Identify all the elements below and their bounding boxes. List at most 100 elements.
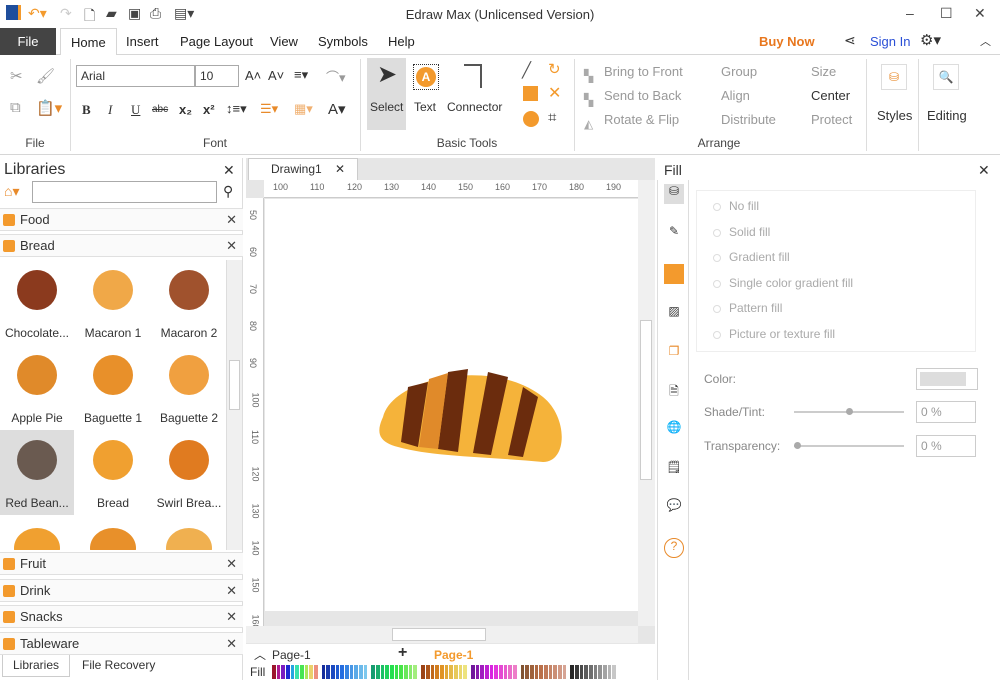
curve-icon[interactable]: ⌒▾ xyxy=(326,67,346,86)
library-category[interactable]: Snacks ✕ xyxy=(0,605,243,628)
color-swatch[interactable] xyxy=(272,665,276,679)
color-swatch[interactable] xyxy=(489,665,494,679)
color-swatch[interactable] xyxy=(439,665,444,679)
layers-icon[interactable]: ❐ xyxy=(664,344,684,364)
font-size-select[interactable]: 10 xyxy=(195,65,239,87)
color-swatch[interactable] xyxy=(309,665,314,679)
page-select[interactable]: Page-1 xyxy=(272,648,311,662)
color-swatch[interactable] xyxy=(281,665,286,679)
color-swatch[interactable] xyxy=(435,665,439,679)
library-item[interactable]: Baguette 1 xyxy=(76,345,150,430)
italic-button[interactable]: I xyxy=(108,102,112,118)
library-scrollbar[interactable] xyxy=(226,260,242,550)
subscript-button[interactable]: x₂ xyxy=(179,102,192,117)
library-item[interactable]: Bread xyxy=(76,430,150,515)
home-icon[interactable]: ⌂▾ xyxy=(4,183,19,200)
horizontal-scrollbar[interactable] xyxy=(246,626,638,643)
vertical-scrollbar[interactable] xyxy=(638,180,655,626)
color-swatch[interactable] xyxy=(529,665,534,679)
color-swatch[interactable] xyxy=(470,665,475,679)
library-item[interactable]: Baguette 2 xyxy=(152,345,225,430)
library-category[interactable]: Fruit ✕ xyxy=(0,552,243,575)
color-swatch[interactable] xyxy=(304,665,309,679)
red-bean-bread-shape[interactable] xyxy=(373,357,573,467)
transparency-input[interactable]: 0 % xyxy=(916,435,976,457)
size-button[interactable]: Size xyxy=(811,64,836,79)
color-swatch[interactable] xyxy=(525,665,529,679)
color-swatch[interactable] xyxy=(371,665,376,679)
color-swatch[interactable] xyxy=(463,665,467,679)
color-swatch[interactable] xyxy=(300,665,304,679)
align-button[interactable]: Align xyxy=(721,88,750,103)
color-swatch[interactable] xyxy=(335,665,340,679)
library-item[interactable]: Macaron 1 xyxy=(76,260,150,345)
color-swatch[interactable] xyxy=(562,665,567,679)
color-swatch[interactable] xyxy=(380,665,385,679)
color-swatch[interactable] xyxy=(607,665,612,679)
library-item[interactable] xyxy=(166,528,212,550)
distribute-button[interactable]: Distribute xyxy=(721,112,776,127)
color-swatch[interactable] xyxy=(340,665,345,679)
connector-tool-button[interactable]: Connector xyxy=(446,58,508,130)
tab-symbols[interactable]: Symbols xyxy=(308,28,378,55)
color-swatch[interactable] xyxy=(425,665,430,679)
bring-to-front-button[interactable]: Bring to Front xyxy=(604,64,683,79)
center-button[interactable]: Center xyxy=(811,88,850,103)
minimize-button[interactable]: – xyxy=(906,5,914,21)
settings-icon[interactable]: ⚙▾ xyxy=(920,31,941,49)
color-swatch[interactable] xyxy=(548,665,553,679)
tab-file[interactable]: File xyxy=(0,28,56,55)
rectangle-icon[interactable] xyxy=(523,86,538,101)
close-category-icon[interactable]: ✕ xyxy=(226,553,237,575)
color-swatch[interactable] xyxy=(612,665,617,679)
close-category-icon[interactable]: ✕ xyxy=(226,633,237,655)
tab-insert[interactable]: Insert xyxy=(116,28,169,55)
color-swatch[interactable] xyxy=(593,665,598,679)
libraries-bottom-tab[interactable]: Libraries xyxy=(2,655,70,677)
library-item[interactable]: Red Bean... xyxy=(0,430,74,515)
collapse-icon[interactable]: ︿ xyxy=(254,646,266,663)
library-item[interactable] xyxy=(90,528,136,550)
close-category-icon[interactable]: ✕ xyxy=(226,209,237,231)
color-swatch[interactable] xyxy=(480,665,484,679)
color-swatch[interactable] xyxy=(394,665,399,679)
color-swatch[interactable] xyxy=(349,665,354,679)
color-swatch[interactable] xyxy=(376,665,380,679)
line-spacing-icon[interactable]: ↕≡▾ xyxy=(226,101,247,117)
cross-icon[interactable]: ✕ xyxy=(548,83,561,103)
buy-now-link[interactable]: Buy Now xyxy=(759,34,815,49)
tab-help[interactable]: Help xyxy=(378,28,425,55)
bullets-icon[interactable]: ☰▾ xyxy=(260,101,278,117)
color-swatch[interactable] xyxy=(404,665,408,679)
color-swatch[interactable] xyxy=(553,665,557,679)
fill-option-none[interactable]: No fill xyxy=(713,199,759,213)
color-swatch[interactable] xyxy=(314,665,318,679)
color-swatch[interactable] xyxy=(430,665,435,679)
transparency-slider[interactable] xyxy=(794,442,904,449)
library-item[interactable]: Chocolate... xyxy=(0,260,74,345)
font-name-select[interactable]: Arial xyxy=(76,65,195,87)
send-to-back-button[interactable]: Send to Back xyxy=(604,88,681,103)
circle-icon[interactable] xyxy=(523,111,539,127)
color-swatch[interactable] xyxy=(484,665,489,679)
color-swatch[interactable] xyxy=(574,665,579,679)
color-swatch[interactable] xyxy=(286,665,290,679)
color-swatch[interactable] xyxy=(520,665,525,679)
color-swatch[interactable] xyxy=(579,665,584,679)
color-swatch[interactable] xyxy=(570,665,574,679)
close-fill-panel-icon[interactable]: ✕ xyxy=(978,162,990,179)
copy-icon[interactable]: ⧉ xyxy=(10,99,21,116)
image-icon[interactable]: ▨ xyxy=(664,304,684,324)
align-icon[interactable]: ≡▾ xyxy=(294,67,308,83)
search-icon[interactable]: ⚲ xyxy=(223,183,233,200)
file-recovery-tab[interactable]: File Recovery xyxy=(82,658,155,672)
help-icon[interactable]: ? xyxy=(664,538,684,558)
library-category[interactable]: Tableware ✕ xyxy=(0,631,243,655)
library-item[interactable] xyxy=(14,528,60,550)
library-item[interactable]: Swirl Brea... xyxy=(152,430,225,515)
shade-input[interactable]: 0 % xyxy=(916,401,976,423)
shadow-icon[interactable] xyxy=(664,264,684,284)
color-swatch[interactable] xyxy=(543,665,548,679)
color-swatch[interactable] xyxy=(359,665,363,679)
shade-slider[interactable] xyxy=(794,408,904,415)
